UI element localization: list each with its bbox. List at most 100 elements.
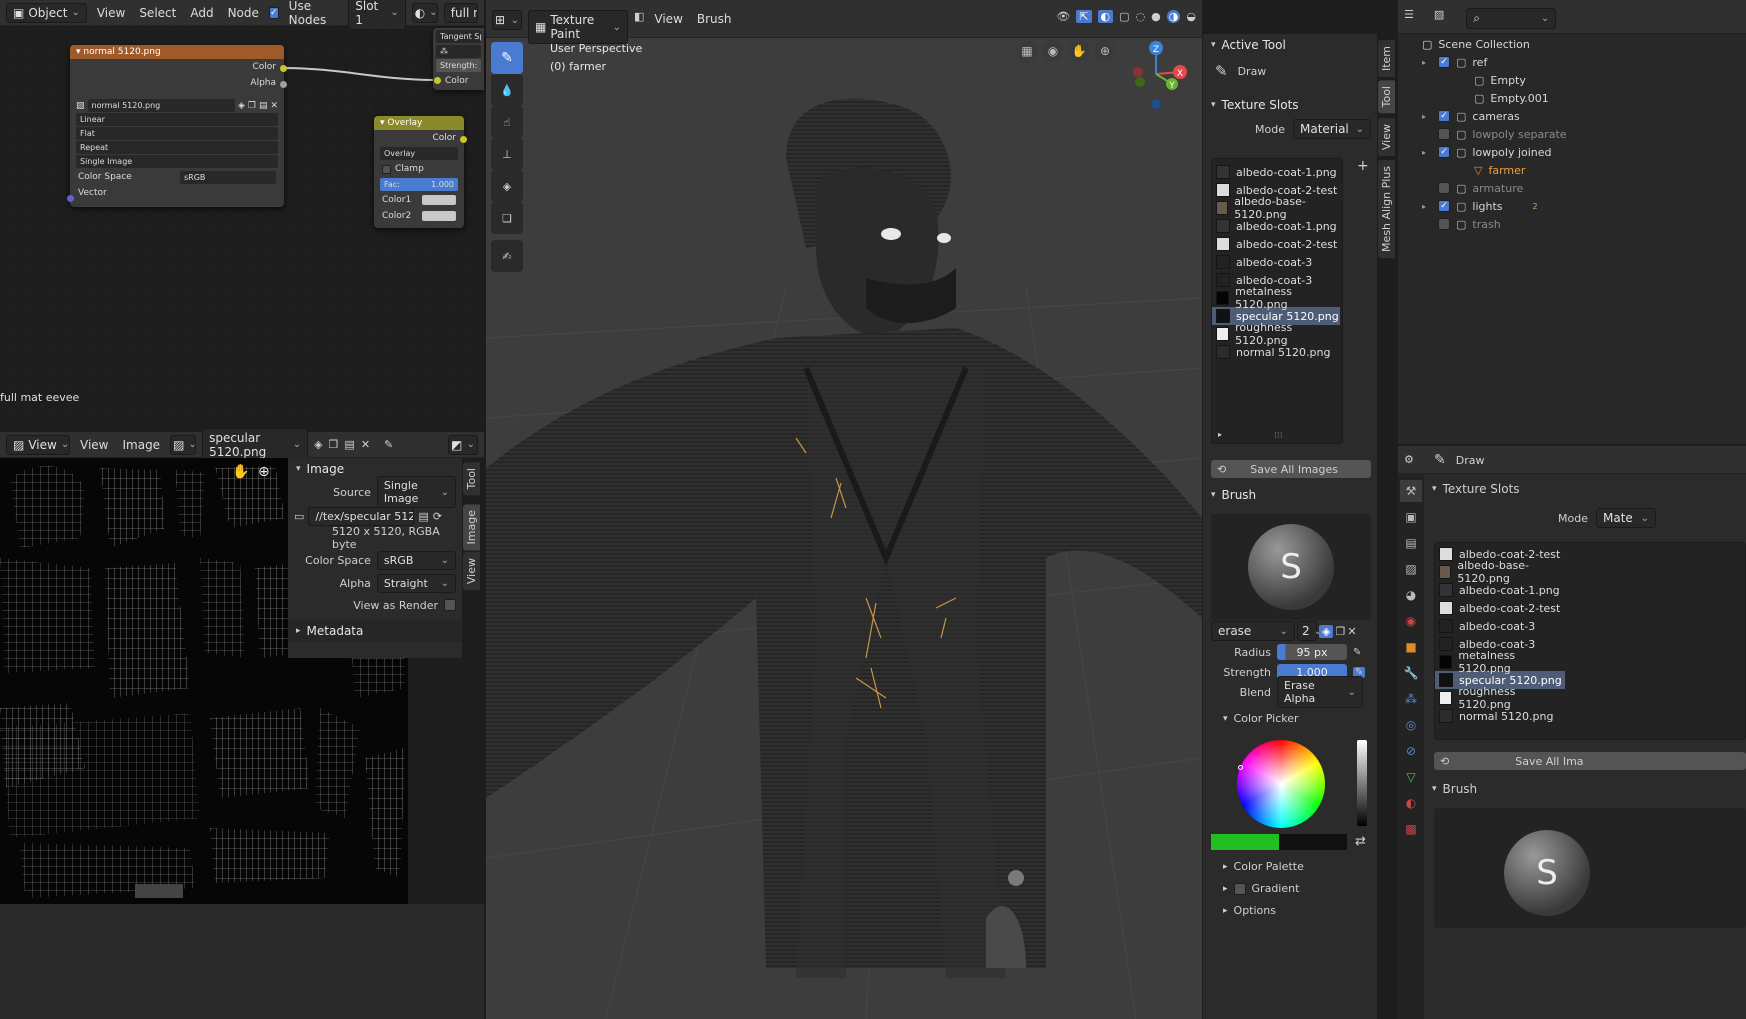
ortho-toggle[interactable]: ▦ [1016,40,1038,62]
smear-tool[interactable]: ☝ [491,106,523,138]
outliner-item[interactable]: ▢ trash [1398,215,1746,233]
exclude-checkbox[interactable] [1438,110,1450,122]
duplicate-icon[interactable]: ❐ [1335,625,1345,638]
projection-dropdown[interactable]: Flat [76,127,278,140]
socket-normal-color-in[interactable] [434,77,441,84]
menu-add[interactable]: Add [186,4,217,22]
tab-view[interactable]: View [1378,118,1395,157]
outliner-search[interactable]: ⌕ [1466,8,1557,29]
active-tool-header[interactable]: ▾ Active Tool [1203,34,1377,56]
gizmo-toggle-icon[interactable]: ⇱ [1076,10,1092,23]
options-header[interactable]: ▸ Options [1223,904,1276,917]
swap-colors-icon[interactable]: ⇄ [1355,834,1366,849]
texture-slot-item[interactable]: roughness 5120.png [1435,685,1565,711]
texture-slot-item[interactable]: roughness 5120.png [1212,321,1340,347]
interpolation-dropdown[interactable]: Linear [76,113,278,126]
view-layer-props-icon[interactable]: ▨ [1400,558,1422,580]
texture-mode-dropdown[interactable]: Material [1293,119,1371,139]
source-dropdown[interactable]: Single Image [376,476,456,508]
texture-slot-item[interactable]: albedo-base-5120.png [1435,559,1565,585]
color-wheel[interactable] [1237,740,1325,828]
viewport-3d[interactable]: ⊞ ▦Texture Paint ◧ View Brush 👁 ⇱ ◐ ▢ ◌ … [486,0,1202,1019]
expand-arrow-icon[interactable]: ▸ [1422,58,1432,67]
pan-hand-icon[interactable]: ✋ [232,464,249,480]
exclude-checkbox[interactable] [1438,200,1450,212]
clamp-checkbox[interactable] [382,164,391,174]
node-editor[interactable]: ▣Object View Select Add Node Use Nodes S… [0,0,484,430]
blend-type-dropdown[interactable]: Overlay [380,147,458,160]
texture-slot-item[interactable]: metalness 5120.png [1212,285,1340,311]
image-name-field[interactable]: specular 5120.png [202,427,309,462]
texture-slot-item[interactable]: metalness 5120.png [1435,649,1565,675]
object-props-icon[interactable]: ■ [1400,636,1422,658]
brush-users-count[interactable]: 2 [1297,621,1317,641]
tab-image[interactable]: Image [463,504,480,551]
uv-map-field[interactable]: ⁂ [436,45,481,58]
color-swatch-secondary[interactable] [1279,834,1347,850]
menu-image[interactable]: Image [118,436,164,454]
outliner-item[interactable]: ▢ Empty.001 [1398,89,1746,107]
properties-save-all-button[interactable]: ⟲ Save All Ima [1434,752,1746,770]
pin-icon[interactable]: ✎ [384,438,393,451]
duplicate-icon[interactable]: ❐ [248,101,256,111]
texture-slot-item[interactable]: albedo-coat-2-test [1212,235,1340,253]
data-props-icon[interactable]: ▽ [1400,766,1422,788]
texture-slot-item[interactable]: albedo-coat-1.png [1212,163,1340,181]
tangent-space-dropdown[interactable]: Tangent Sp [436,30,481,43]
fill-tool[interactable]: ◈ [491,170,523,202]
close-icon[interactable]: ✕ [1347,625,1356,638]
strength-slider[interactable]: Strength: [436,59,481,72]
expand-arrow-icon[interactable]: ▸ [1422,202,1432,211]
soften-tool[interactable]: 💧 [491,74,523,106]
image-browse[interactable]: ▨ [170,434,197,455]
tool-props-icon[interactable]: ⚒ [1400,480,1422,502]
output-props-icon[interactable]: ▤ [1400,532,1422,554]
menu-node[interactable]: Node [224,4,263,22]
slot-dropdown[interactable]: Slot 1 [348,0,406,30]
image-name-field[interactable]: normal 5120.png [87,99,235,112]
tab-mesh-align-plus[interactable]: Mesh Align Plus [1378,160,1395,258]
new-image-icon[interactable]: ❐ [329,438,339,451]
filepath-field[interactable]: //tex/specular 5120... [308,506,415,526]
color-space-dropdown[interactable]: sRGB [376,550,456,570]
save-all-images-button[interactable]: ⟲ Save All Images [1211,460,1371,478]
brush-header[interactable]: ▾ Brush [1203,484,1377,506]
normal-map-node[interactable]: Tangent Sp ⁂ Strength: Color [433,28,484,90]
texture-slot-item[interactable]: albedo-coat-2-test [1435,599,1565,617]
menu-brush[interactable]: Brush [693,10,736,28]
color-palette-header[interactable]: ▸ Color Palette [1223,860,1304,873]
texture-slot-item[interactable]: albedo-coat-1.png [1212,217,1340,235]
gradient-header[interactable]: ▸ Gradient [1223,882,1299,895]
texture-slot-item[interactable]: albedo-coat-3 [1435,617,1565,635]
mask-icon[interactable]: ◧ [634,10,644,23]
texture-slot-item[interactable]: albedo-coat-1.png [1435,581,1565,599]
properties-brush-header[interactable]: ▾ Brush [1432,782,1477,796]
tab-tool[interactable]: Tool [463,462,480,496]
constraints-props-icon[interactable]: ⊘ [1400,740,1422,762]
outliner-item[interactable]: ▢ armature [1398,179,1746,197]
extension-dropdown[interactable]: Repeat [76,141,278,154]
clone-tool[interactable]: ⊥ [491,138,523,170]
socket-alpha-out[interactable] [280,81,287,88]
scene-collection-row[interactable]: ▢ Scene Collection [1422,35,1530,53]
texture-slot-item[interactable]: albedo-coat-3 [1212,253,1340,271]
display-channels-dropdown[interactable]: ◩ [448,434,478,455]
menu-select[interactable]: Select [135,4,180,22]
fake-user-icon[interactable]: ◈ [314,438,322,451]
fake-user-icon[interactable]: ◈ [1319,624,1334,638]
menu-view[interactable]: View [93,4,129,22]
scene-props-icon[interactable]: ◕ [1400,584,1422,606]
fake-user-icon[interactable]: ◈ [238,101,245,111]
outliner-item[interactable]: ▸ ▢ lights 2 [1398,197,1746,215]
source-dropdown[interactable]: Single Image [76,155,278,168]
image-texture-node[interactable]: ▾ normal 5120.png Color Alpha ▨ normal 5… [67,45,287,207]
color2-swatch[interactable] [422,211,456,221]
modifier-props-icon[interactable]: 🔧 [1400,662,1422,684]
resize-grip-icon[interactable]: ⁞⁞⁞ [1274,431,1283,441]
view-as-render-checkbox[interactable] [444,599,456,611]
menu-view[interactable]: View [76,436,112,454]
reload-icon[interactable]: ⟳ [433,510,442,523]
brush-preview[interactable]: S [1211,514,1371,620]
color1-swatch[interactable] [422,195,456,205]
alpha-dropdown[interactable]: Straight [376,573,456,593]
